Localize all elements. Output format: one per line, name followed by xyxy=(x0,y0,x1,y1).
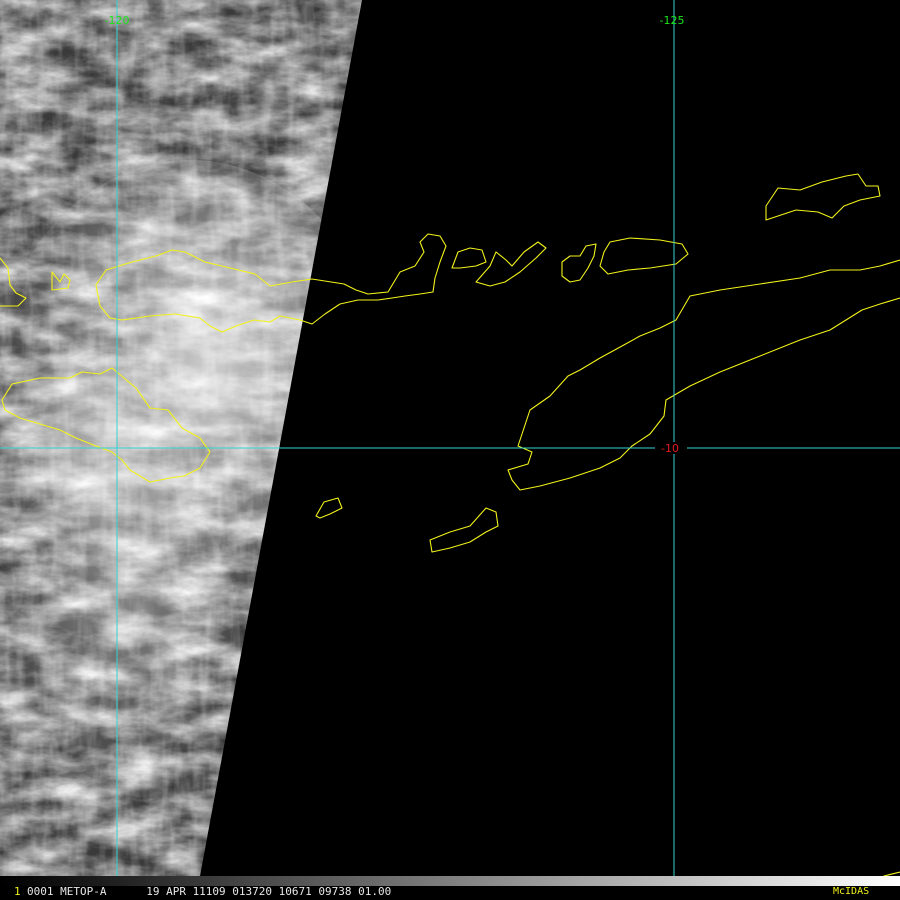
lat-label-10: -10 xyxy=(661,442,679,455)
lon-label-120: -120 xyxy=(105,14,130,27)
lon-label-125: -125 xyxy=(660,14,685,27)
status-text: 0001 METOP-A 19 APR 11109 013720 10671 0… xyxy=(27,885,392,898)
satellite-map: -120 -125 -10 xyxy=(0,0,900,888)
brand-label: McIDAS xyxy=(833,886,870,897)
frame-number: 1 xyxy=(14,885,21,898)
